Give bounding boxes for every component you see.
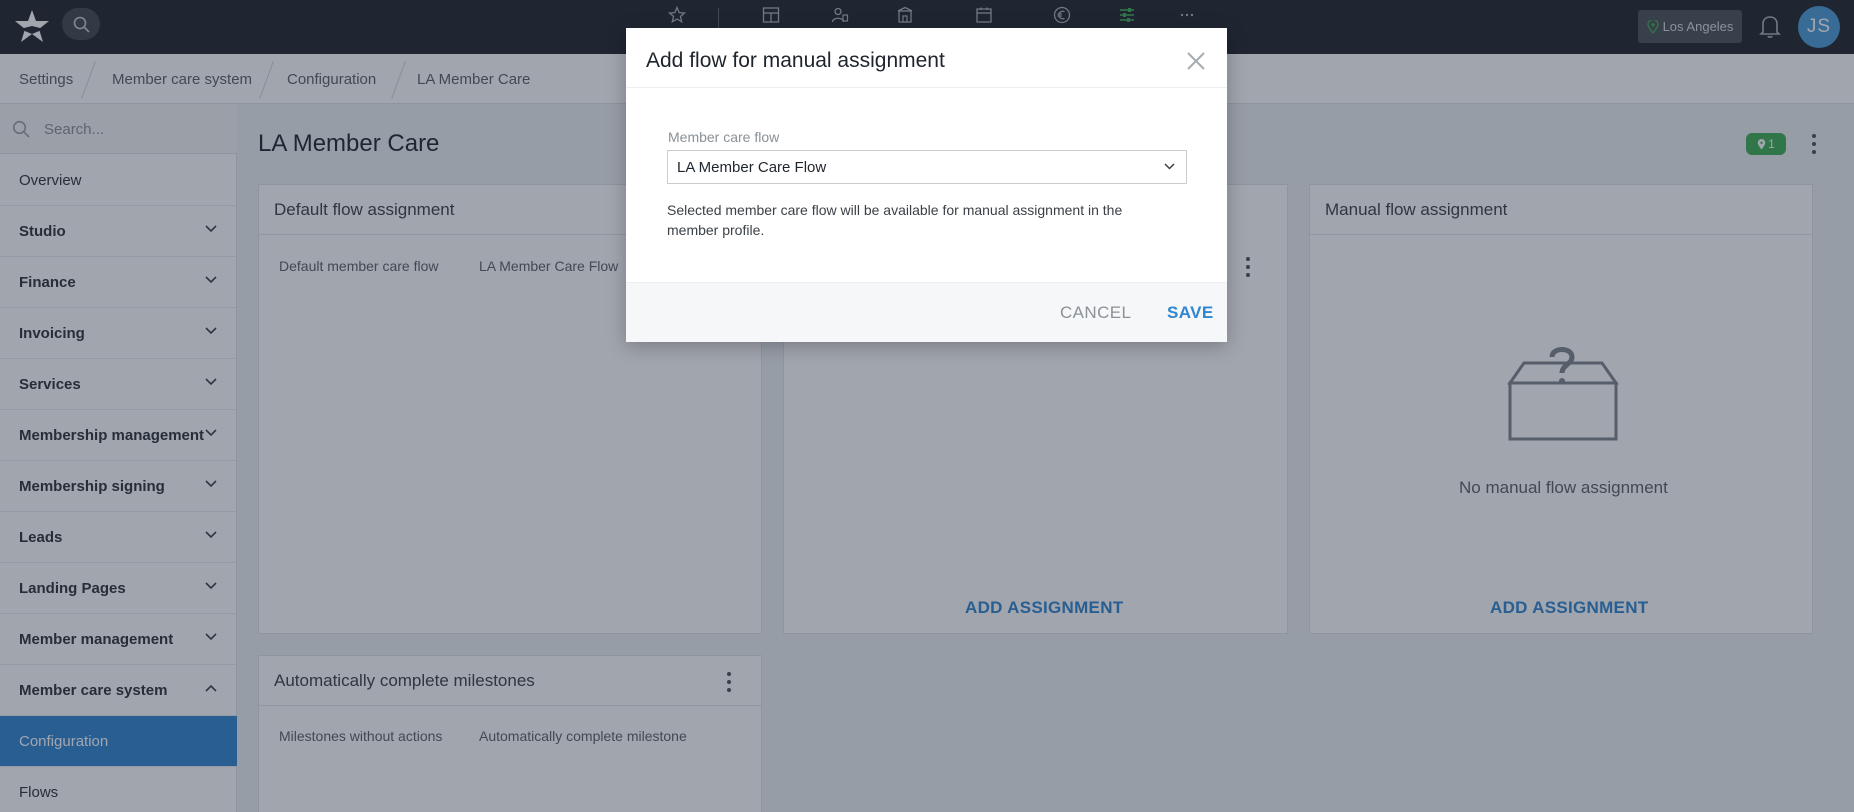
cancel-button[interactable]: CANCEL — [1060, 303, 1131, 323]
save-button[interactable]: SAVE — [1167, 303, 1214, 323]
add-flow-dialog: Add flow for manual assignment Member ca… — [626, 28, 1227, 342]
help-text: Selected member care flow will be availa… — [667, 202, 1123, 238]
close-icon[interactable] — [1185, 50, 1207, 72]
dialog-title: Add flow for manual assignment — [646, 49, 945, 72]
member-care-flow-label: Member care flow — [668, 129, 780, 145]
dialog-footer: CANCEL SAVE — [626, 282, 1227, 342]
chevron-down-icon — [1164, 163, 1175, 170]
selected-flow: LA Member Care Flow — [677, 158, 827, 176]
member-care-flow-select[interactable]: LA Member Care Flow — [667, 150, 1187, 184]
dialog-header: Add flow for manual assignment — [626, 28, 1227, 88]
